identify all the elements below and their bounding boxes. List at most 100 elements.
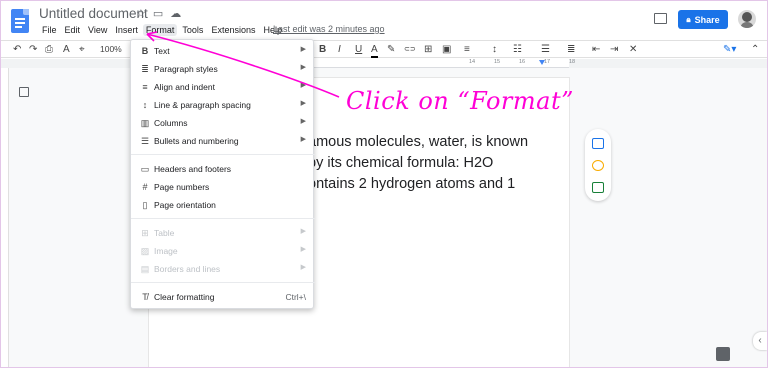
menu-item-label: Borders and lines [154,264,221,274]
title-icons: ☆ ▭ ☁ [136,7,181,20]
suggest-edits-icon[interactable] [592,182,604,193]
checklist-icon[interactable]: ☷ [513,43,522,56]
cloud-status-icon[interactable]: ☁ [170,7,181,20]
menu-item-bullets-numbering[interactable]: ☰ Bullets and numbering ▶ [131,132,315,150]
headers-footers-icon: ▭ [140,164,150,174]
bulleted-list-icon[interactable]: ☰ [541,43,550,56]
document-outline-icon[interactable] [19,87,29,97]
menu-item-borders-lines: ▤ Borders and lines ▶ [131,260,315,278]
menu-item-label: Text [154,46,170,56]
page-numbers-icon: # [142,182,148,192]
menu-item-label: Align and indent [154,82,215,92]
menu-item-clear-formatting[interactable]: T̸ Clear formatting Ctrl+\ [131,288,315,306]
menu-item-align-indent[interactable]: ≡ Align and indent ▶ [131,78,315,96]
zoom-select[interactable]: 100% [100,44,122,54]
menu-divider [131,154,315,155]
menu-view[interactable]: View [85,24,110,36]
menu-item-paragraph-styles[interactable]: ≣ Paragraph styles ▶ [131,60,315,78]
screenshot-frame: Untitled document ☆ ▭ ☁ File Edit View I… [0,0,768,368]
align-icon[interactable]: ≡ [464,43,470,56]
ruler-number: 14 [469,59,476,65]
document-line: amous molecules, water, is known [308,134,529,150]
menu-item-label: Image [154,246,178,256]
vertical-ruler[interactable] [1,68,9,367]
ruler-number: 18 [569,59,576,65]
submenu-arrow-icon: ▶ [300,46,306,53]
link-icon[interactable]: ⊂⊃ [404,43,416,56]
explore-icon[interactable] [716,347,730,361]
columns-icon: ▥ [140,118,150,128]
menu-insert[interactable]: Insert [112,24,141,36]
menu-item-label: Headers and footers [154,164,232,174]
page-orientation-icon: ▯ [142,200,148,210]
ruler-number: 16 [519,59,526,65]
highlight-icon[interactable]: ✎ [387,43,395,56]
menu-item-image: ▨ Image ▶ [131,242,315,260]
menu-item-page-orientation[interactable]: ▯ Page orientation [131,196,315,214]
shortcut-label: Ctrl+\ [285,292,306,302]
italic-icon[interactable]: I [338,43,341,56]
menu-extensions[interactable]: Extensions [208,24,258,36]
line-spacing-icon[interactable]: ↕ [492,43,497,56]
add-comment-icon[interactable] [592,138,604,149]
menu-item-label: Bullets and numbering [154,136,239,146]
submenu-arrow-icon: ▶ [300,228,306,235]
paint-format-icon[interactable]: ⌖ [79,43,85,56]
editing-mode-icon[interactable]: ✎▾ [723,43,736,56]
ruler-number: 15 [494,59,501,65]
chevron-left-icon[interactable]: ‹ [753,332,767,350]
menu-item-columns[interactable]: ▥ Columns ▶ [131,114,315,132]
format-menu: B Text ▶ ≣ Paragraph styles ▶ ≡ Align an… [130,39,315,309]
emoji-reaction-icon[interactable] [592,160,604,171]
document-body-text[interactable]: amous molecules, water, is known by its … [308,132,528,195]
menu-tools[interactable]: Tools [179,24,206,36]
paragraph-styles-icon: ≣ [141,64,149,74]
document-line: by its chemical formula: H2O [308,155,494,171]
underline-icon[interactable]: U [355,43,362,56]
clear-formatting-icon: T̸ [142,292,148,302]
menu-item-label: Paragraph styles [154,64,218,74]
menu-edit[interactable]: Edit [62,24,84,36]
right-indent-marker[interactable] [539,60,545,65]
star-icon[interactable]: ☆ [136,7,146,20]
menu-file[interactable]: File [39,24,60,36]
menu-item-text[interactable]: B Text ▶ [131,42,315,60]
text-color-icon[interactable]: A [371,43,378,58]
menu-divider [131,218,315,219]
submenu-arrow-icon: ▶ [300,264,306,271]
clear-formatting-icon[interactable]: ✕ [629,43,637,56]
spellcheck-icon[interactable]: A [63,43,70,56]
menu-item-page-numbers[interactable]: # Page numbers [131,178,315,196]
menu-item-label: Table [154,228,175,238]
decrease-indent-icon[interactable]: ⇤ [592,43,600,56]
collapse-menus-icon[interactable]: ⌃ [751,43,759,56]
bold-icon[interactable]: B [319,43,326,56]
bold-icon: B [141,46,149,56]
last-edit-link[interactable]: Last edit was 2 minutes ago [273,24,385,34]
menu-format[interactable]: Format [142,24,178,36]
bullets-icon: ☰ [140,136,150,146]
document-title[interactable]: Untitled document [39,6,148,21]
side-action-bar [585,129,611,201]
folder-move-icon[interactable]: ▭ [153,7,163,20]
redo-icon[interactable]: ↷ [29,43,37,56]
increase-indent-icon[interactable]: ⇥ [610,43,618,56]
line-spacing-icon: ↕ [142,100,148,110]
lock-icon: 🔒︎ [686,14,691,24]
insert-image-icon[interactable]: ▣ [442,43,451,56]
print-icon[interactable]: ⎙ [45,43,53,56]
menu-item-line-spacing[interactable]: ↕ Line & paragraph spacing ▶ [131,96,315,114]
menu-item-label: Columns [154,118,188,128]
comment-history-icon[interactable] [654,13,667,24]
menu-item-label: Clear formatting [154,292,215,302]
toolbar: ↶ ↷ ⎙ A ⌖ 100% B I U A ✎ ⊂⊃ ⊞ ▣ ≡ ↕ ☷ ☰ … [1,40,767,58]
menu-item-label: Page numbers [154,182,210,192]
avatar[interactable] [738,10,756,28]
numbered-list-icon[interactable]: ≣ [567,43,575,56]
share-button[interactable]: 🔒︎ Share [678,10,728,29]
menu-item-headers-footers[interactable]: ▭ Headers and footers [131,160,315,178]
undo-icon[interactable]: ↶ [13,43,21,56]
add-comment-icon[interactable]: ⊞ [424,43,432,56]
image-icon: ▨ [140,246,150,256]
docs-logo-icon[interactable] [11,9,29,33]
